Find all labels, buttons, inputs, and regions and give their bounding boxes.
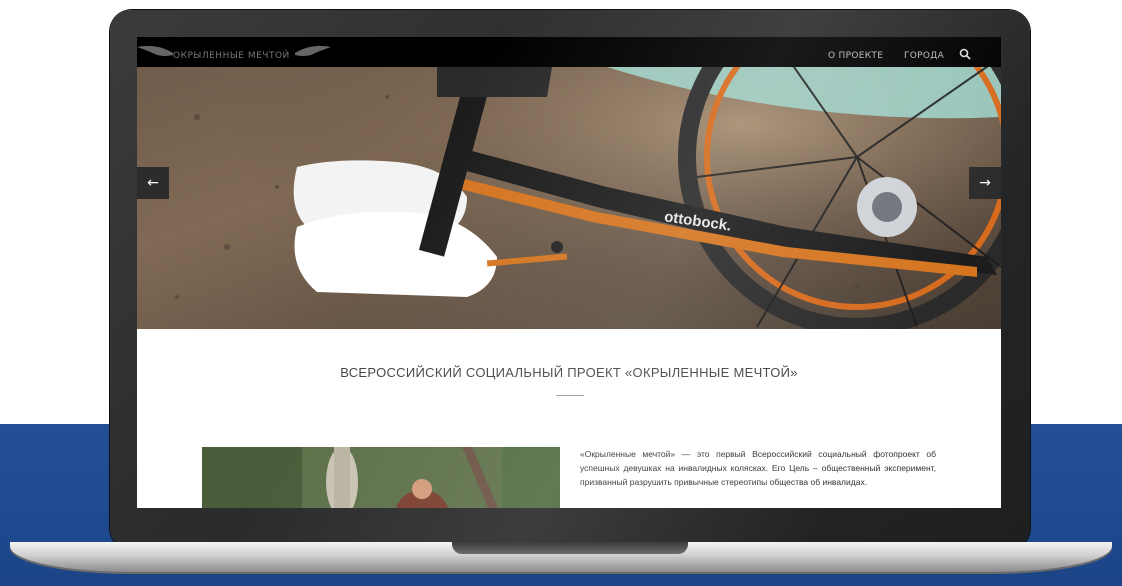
project-photo [202, 447, 560, 508]
slider-prev-button[interactable]: ← [137, 167, 169, 199]
site-logo[interactable]: ОКРЫЛЕННЫЕ МЕЧТОЙ [173, 51, 290, 61]
hero-slider: ottobock. ОКРЫЛЕННЫЕ МЕЧТОЙ О ПРОЕКТЕ ГО… [137, 37, 1001, 329]
nav-cities[interactable]: ГОРОДА [904, 51, 944, 61]
laptop-screen: ottobock. ОКРЫЛЕННЫЕ МЕЧТОЙ О ПРОЕКТЕ ГО… [137, 37, 1001, 508]
title-divider [556, 395, 584, 396]
nav-about[interactable]: О ПРОЕКТЕ [828, 51, 883, 61]
page-title: ВСЕРОССИЙСКИЙ СОЦИАЛЬНЫЙ ПРОЕКТ «ОКРЫЛЕН… [340, 365, 798, 380]
hero-photo [137, 37, 1001, 329]
left-wing-icon [137, 45, 173, 56]
project-description: «Окрыленные мечтой» — это первый Всеросс… [580, 449, 936, 487]
right-wing-icon [295, 45, 331, 56]
slider-next-button[interactable]: → [969, 167, 1001, 199]
search-icon[interactable] [959, 48, 971, 60]
site-header: ОКРЫЛЕННЫЕ МЕЧТОЙ О ПРОЕКТЕ ГОРОДА [137, 37, 1001, 67]
laptop-notch [452, 542, 688, 554]
